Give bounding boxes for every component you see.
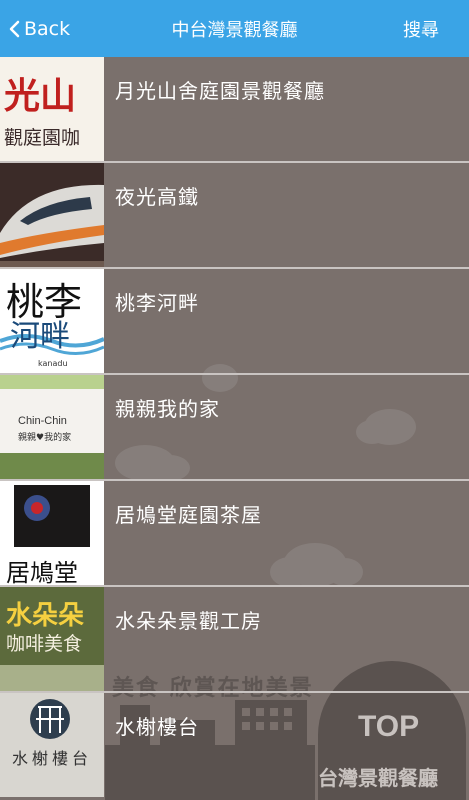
list-item[interactable]: Chin-Chin 親親♥我的家 親親我的家: [0, 375, 469, 481]
thumbnail-text: 咖啡美食: [6, 633, 83, 655]
foliage: [0, 375, 104, 389]
thumbnail-text: 親親♥我的家: [18, 433, 72, 443]
restaurant-thumbnail: 光山 觀庭園咖: [0, 57, 104, 161]
restaurant-name: 桃李河畔: [115, 291, 199, 315]
list-item[interactable]: 居鳩堂 居鳩堂庭園茶屋: [0, 481, 469, 587]
train-image: [0, 163, 104, 267]
list-item[interactable]: 桃李 河畔 kanadu 桃李河畔: [0, 269, 469, 375]
restaurant-name: 夜光高鐵: [115, 185, 199, 209]
navigation-bar: Back 中台灣景觀餐廳 搜尋: [0, 0, 469, 57]
thumbnail-text: 河畔: [10, 319, 70, 354]
thumbnail-text: 水榭樓台: [12, 749, 93, 768]
thumbnail-text: 觀庭園咖: [4, 127, 81, 149]
logo-box: [14, 485, 90, 547]
restaurant-name: 月光山舍庭園景觀餐廳: [115, 79, 325, 103]
thumbnail-text: 居鳩堂: [6, 559, 78, 585]
back-button-label: Back: [24, 17, 71, 40]
page-title: 中台灣景觀餐廳: [171, 19, 298, 41]
restaurant-thumbnail: [0, 163, 104, 267]
back-button[interactable]: Back: [8, 0, 70, 57]
list-item[interactable]: 水朵朵 咖啡美食 水朵朵景觀工房: [0, 587, 469, 693]
restaurant-thumbnail: 水朵朵 咖啡美食: [0, 587, 104, 691]
chevron-left-icon: [9, 20, 20, 37]
restaurant-name: 水榭樓台: [115, 715, 199, 739]
logo-dot: [31, 502, 43, 514]
restaurant-name: 居鳩堂庭園茶屋: [115, 503, 262, 527]
list-item[interactable]: 水榭樓台 水榭樓台: [0, 693, 469, 797]
list-item[interactable]: 光山 觀庭園咖 月光山舍庭園景觀餐廳: [0, 57, 469, 163]
thumbnail-text: 光山: [4, 75, 77, 117]
restaurant-thumbnail: Chin-Chin 親親♥我的家: [0, 375, 104, 479]
restaurant-list: 光山 觀庭園咖 月光山舍庭園景觀餐廳 夜光高鐵 桃李 河畔 kanadu 桃李河…: [0, 57, 469, 800]
restaurant-thumbnail: 水榭樓台: [0, 693, 104, 797]
thumbnail-text: kanadu: [38, 359, 68, 368]
search-button[interactable]: 搜尋: [403, 0, 439, 57]
ground: [0, 665, 104, 691]
thumbnail-text: Chin-Chin: [18, 415, 67, 427]
restaurant-thumbnail: 居鳩堂: [0, 481, 104, 585]
thumbnail-text: 水朵朵: [6, 601, 85, 631]
restaurant-name: 水朵朵景觀工房: [115, 609, 262, 633]
restaurant-thumbnail: 桃李 河畔 kanadu: [0, 269, 104, 373]
foliage: [0, 453, 104, 479]
list-item[interactable]: 夜光高鐵: [0, 163, 469, 269]
restaurant-name: 親親我的家: [115, 397, 220, 421]
